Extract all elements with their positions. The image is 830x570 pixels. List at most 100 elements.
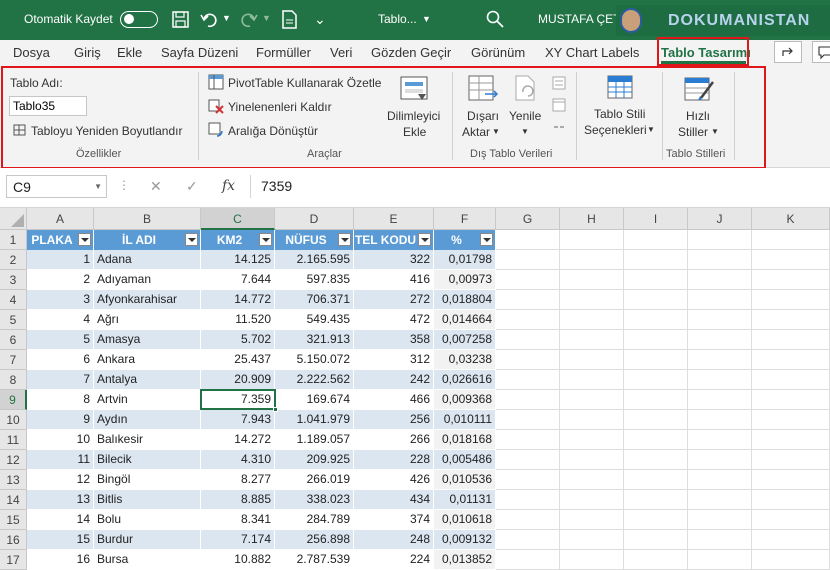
name-box[interactable]: C9 ▼ [6,175,107,198]
row-header-8[interactable]: 8 [0,370,27,390]
user-name[interactable]: MUSTAFA ÇET [538,12,620,26]
filename-dropdown-icon[interactable]: ▼ [422,14,431,24]
quick-styles-line2[interactable]: Stiller [678,125,708,139]
table-cell[interactable]: 209.925 [275,450,354,470]
table-cell[interactable]: 0,009132 [434,530,496,550]
cancel-icon[interactable]: ✕ [150,178,162,195]
table-cell[interactable]: 8 [27,390,94,410]
table-cell[interactable]: 272 [354,290,434,310]
table-cell[interactable]: 12 [27,470,94,490]
table-cell[interactable]: 8.885 [201,490,275,510]
document-icon[interactable] [282,10,297,29]
tab-tablo-tasarimi[interactable]: Tablo Tasarımı [661,45,751,60]
table-cell[interactable]: 242 [354,370,434,390]
table-cell[interactable]: 7.359 [201,390,275,410]
table-cell[interactable]: 284.789 [275,510,354,530]
table-cell[interactable]: 7.943 [201,410,275,430]
table-cell[interactable]: Bilecik [94,450,201,470]
table-cell[interactable]: 10.882 [201,550,275,570]
table-cell[interactable]: 0,01798 [434,250,496,270]
table-cell[interactable]: 7.644 [201,270,275,290]
tab-xy-chart-labels[interactable]: XY Chart Labels [545,45,639,60]
row-header-1[interactable]: 1 [0,230,27,250]
row-header-4[interactable]: 4 [0,290,27,310]
table-cell[interactable]: 11.520 [201,310,275,330]
column-header-J[interactable]: J [688,208,752,230]
name-box-dropdown-icon[interactable]: ▼ [94,182,102,191]
tab-formuller[interactable]: Formüller [256,45,311,60]
table-cell[interactable]: 7.174 [201,530,275,550]
column-header-K[interactable]: K [752,208,830,230]
table-cell[interactable]: 426 [354,470,434,490]
table-cell[interactable]: 374 [354,510,434,530]
customize-qat-icon[interactable]: ⌄ [314,11,326,28]
table-cell[interactable]: 549.435 [275,310,354,330]
filter-dropdown-icon[interactable] [78,233,91,246]
table-cell[interactable]: 6 [27,350,94,370]
remove-duplicates-button[interactable]: Yinelenenleri Kaldır [228,100,332,114]
column-header-A[interactable]: A [27,208,94,230]
table-cell[interactable]: 2.222.562 [275,370,354,390]
save-icon[interactable] [172,11,189,28]
table-cell[interactable]: 5.150.072 [275,350,354,370]
row-header-15[interactable]: 15 [0,510,27,530]
table-cell[interactable]: Artvin [94,390,201,410]
table-cell[interactable]: 5.702 [201,330,275,350]
table-cell[interactable]: 8.277 [201,470,275,490]
row-header-11[interactable]: 11 [0,430,27,450]
table-cell[interactable]: 14.125 [201,250,275,270]
table-cell[interactable]: 1 [27,250,94,270]
table-cell[interactable]: 228 [354,450,434,470]
table-cell[interactable]: 597.835 [275,270,354,290]
table-cell[interactable]: 16 [27,550,94,570]
undo-icon[interactable] [200,11,218,28]
filter-dropdown-icon[interactable] [480,233,493,246]
table-cell[interactable]: 15 [27,530,94,550]
column-header-H[interactable]: H [560,208,624,230]
table-cell[interactable]: 224 [354,550,434,570]
table-cell[interactable]: 11 [27,450,94,470]
table-style-options-line2[interactable]: Seçenekleri [584,123,647,137]
table-cell[interactable]: 1.189.057 [275,430,354,450]
table-header-cell[interactable]: NÜFUS [275,230,354,250]
slicer-button-line1[interactable]: Dilimleyici [387,109,440,123]
table-cell[interactable]: 434 [354,490,434,510]
table-cell[interactable]: 0,018168 [434,430,496,450]
table-cell[interactable]: 256.898 [275,530,354,550]
table-name-input[interactable] [9,96,87,116]
table-cell[interactable]: 0,010536 [434,470,496,490]
table-cell[interactable]: Balıkesir [94,430,201,450]
refresh-button[interactable]: Yenile [509,109,541,123]
table-cell[interactable]: 338.023 [275,490,354,510]
slicer-button-line2[interactable]: Ekle [403,125,426,139]
column-header-E[interactable]: E [354,208,434,230]
tab-gozden-gecir[interactable]: Gözden Geçir [371,45,451,60]
table-cell[interactable]: Aydın [94,410,201,430]
table-cell[interactable]: 0,018804 [434,290,496,310]
tab-dosya[interactable]: Dosya [13,45,50,60]
table-cell[interactable]: 321.913 [275,330,354,350]
row-header-14[interactable]: 14 [0,490,27,510]
table-cell[interactable]: 3 [27,290,94,310]
table-cell[interactable]: 0,014664 [434,310,496,330]
table-cell[interactable]: 1.041.979 [275,410,354,430]
table-cell[interactable]: Ankara [94,350,201,370]
table-header-cell[interactable]: PLAKA [27,230,94,250]
row-header-5[interactable]: 5 [0,310,27,330]
table-cell[interactable]: 7 [27,370,94,390]
table-cell[interactable]: 0,026616 [434,370,496,390]
table-cell[interactable]: 248 [354,530,434,550]
export-dropdown-icon[interactable]: ▼ [492,127,500,136]
table-header-cell[interactable]: İL ADI [94,230,201,250]
row-header-10[interactable]: 10 [0,410,27,430]
row-header-9[interactable]: 9 [0,390,27,410]
table-cell[interactable]: 416 [354,270,434,290]
table-cell[interactable]: 2.787.539 [275,550,354,570]
table-cell[interactable]: 0,00973 [434,270,496,290]
undo-dropdown-icon[interactable]: ▼ [222,13,231,23]
table-cell[interactable]: 14 [27,510,94,530]
table-cell[interactable]: 358 [354,330,434,350]
table-header-cell[interactable]: KM2 [201,230,275,250]
convert-to-range-button[interactable]: Aralığa Dönüştür [228,124,318,138]
table-cell[interactable]: 2 [27,270,94,290]
